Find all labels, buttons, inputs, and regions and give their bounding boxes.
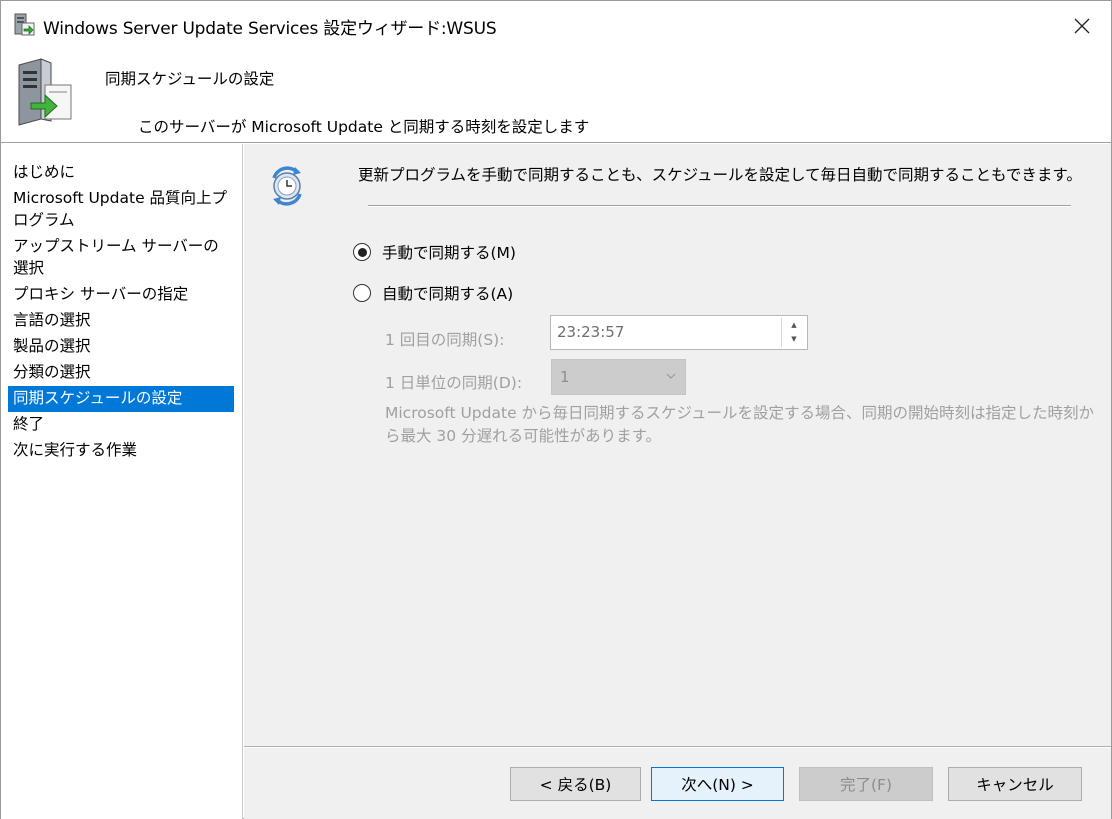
schedule-note: Microsoft Update から毎日同期するスケジュールを設定する場合、同… xyxy=(385,404,1094,445)
wizard-steps-nav: はじめに Microsoft Update 品質向上プログラム アップストリーム サ… xyxy=(1,144,243,819)
page-subtitle: このサーバーが Microsoft Update と同期する時刻を設定します xyxy=(138,118,590,136)
nav-step-item[interactable]: はじめに xyxy=(8,160,234,186)
manual-sync-label: 手動で同期する(M) xyxy=(382,244,516,262)
spin-up-button[interactable]: ▲ xyxy=(782,318,806,332)
auto-sync-radio[interactable]: 自動で同期する(A) xyxy=(353,282,513,304)
server-update-icon xyxy=(18,58,72,126)
content-panel: 更新プログラムを手動で同期することも、スケジュールを設定して毎日自動で同期するこ… xyxy=(244,144,1111,819)
radio-dot xyxy=(357,247,367,257)
page-title: 同期スケジュールの設定 xyxy=(105,70,275,88)
close-button[interactable] xyxy=(1053,1,1111,51)
chevron-down-icon xyxy=(666,373,676,379)
spin-down-button[interactable]: ▼ xyxy=(782,332,806,346)
divider xyxy=(368,205,1071,207)
sync-clock-icon xyxy=(272,166,302,206)
time-spinner: ▲ ▼ xyxy=(781,318,805,347)
nav-step-item[interactable]: Microsoft Update 品質向上プログラム xyxy=(8,186,234,234)
next-button[interactable]: 次へ(N) > xyxy=(651,767,784,801)
first-sync-time-input[interactable]: 23:23:57 ▲ ▼ xyxy=(550,315,808,350)
back-button[interactable]: < 戻る(B) xyxy=(510,767,641,801)
nav-step-item[interactable]: 次に実行する作業 xyxy=(8,438,234,464)
wizard-window: Windows Server Update Services 設定ウィザード:W… xyxy=(0,0,1112,819)
radio-circle[interactable] xyxy=(353,284,371,302)
nav-step-item[interactable]: 同期スケジュールの設定 xyxy=(8,386,234,412)
cancel-button[interactable]: キャンセル xyxy=(948,767,1082,801)
manual-sync-radio[interactable]: 手動で同期する(M) xyxy=(353,241,516,263)
footer-separator xyxy=(244,746,1111,748)
first-sync-time-value: 23:23:57 xyxy=(557,323,625,341)
daily-sync-value: 1 xyxy=(560,368,570,386)
close-icon xyxy=(1074,18,1090,34)
daily-sync-label: 1 日単位の同期(D): xyxy=(385,374,523,392)
auto-sync-label: 自動で同期する(A) xyxy=(382,285,514,303)
title-bar: Windows Server Update Services 設定ウィザード:W… xyxy=(1,1,1111,51)
nav-step-item[interactable]: 分類の選択 xyxy=(8,360,234,386)
nav-step-item[interactable]: 終了 xyxy=(8,412,234,438)
first-sync-label: 1 回目の同期(S): xyxy=(385,331,505,349)
step-list: はじめに Microsoft Update 品質向上プログラム アップストリーム サ… xyxy=(8,160,234,464)
nav-step-item[interactable]: 言語の選択 xyxy=(8,308,234,334)
nav-step-item[interactable]: 製品の選択 xyxy=(8,334,234,360)
window-title: Windows Server Update Services 設定ウィザード:W… xyxy=(43,19,497,39)
radio-circle[interactable] xyxy=(353,243,371,261)
finish-button[interactable]: 完了(F) xyxy=(799,767,933,801)
intro-text: 更新プログラムを手動で同期することも、スケジュールを設定して毎日自動で同期するこ… xyxy=(358,166,1082,184)
daily-sync-select[interactable]: 1 xyxy=(551,359,686,395)
nav-step-item[interactable]: アップストリーム サーバーの選択 xyxy=(8,234,234,282)
wizard-header: 同期スケジュールの設定 このサーバーが Microsoft Update と同期… xyxy=(1,51,1111,143)
nav-step-item[interactable]: プロキシ サーバーの指定 xyxy=(8,282,234,308)
wsus-server-icon xyxy=(14,13,35,36)
